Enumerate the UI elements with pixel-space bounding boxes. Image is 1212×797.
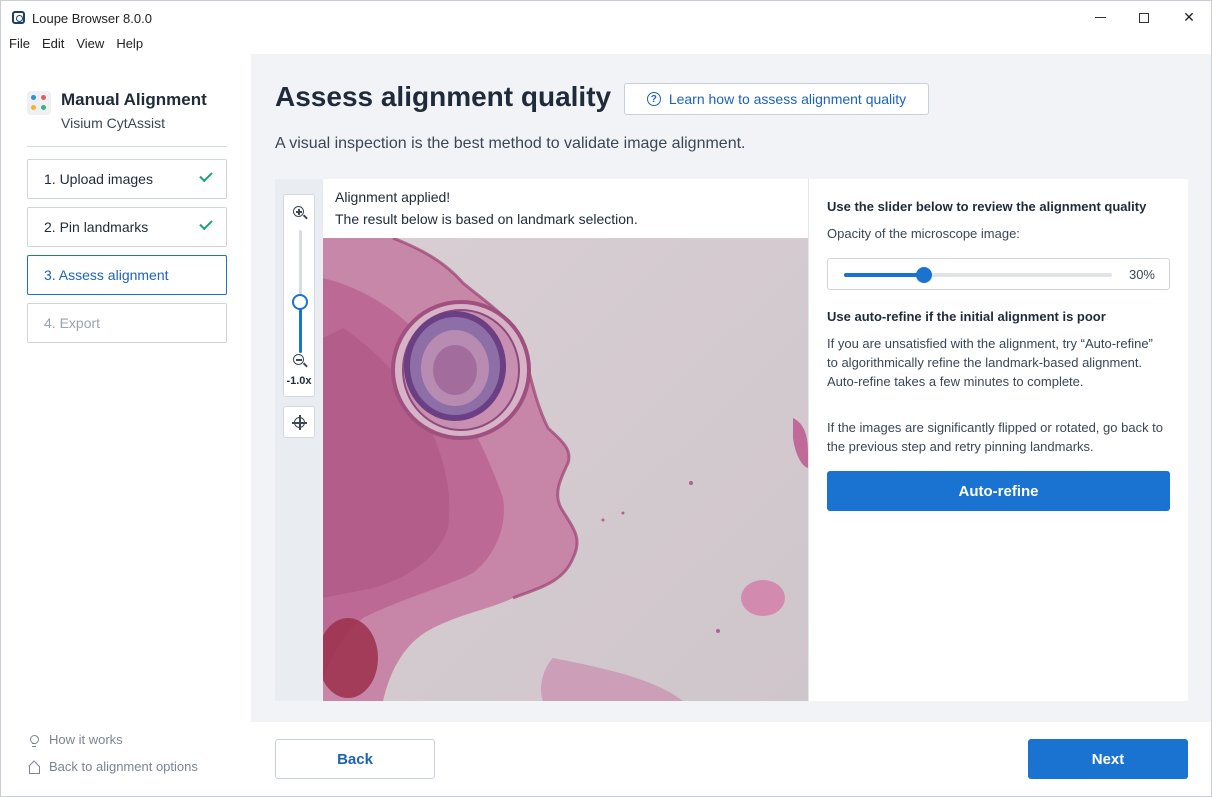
maximize-icon	[1139, 12, 1149, 23]
page-subtitle: A visual inspection is the best method t…	[275, 135, 746, 152]
panel-divider	[808, 179, 809, 701]
step-label: 2. Pin landmarks	[44, 219, 149, 235]
learn-how-button[interactable]: ? Learn how to assess alignment quality	[624, 83, 929, 115]
learn-how-label: Learn how to assess alignment quality	[668, 91, 907, 107]
auto-refine-button[interactable]: Auto-refine	[827, 471, 1170, 511]
app-window: Loupe Browser 8.0.0 ✕ File Edit View Hel…	[0, 0, 1212, 797]
close-button[interactable]: ✕	[1166, 1, 1212, 34]
menu-edit[interactable]: Edit	[42, 34, 64, 54]
opacity-slider-handle[interactable]	[916, 267, 932, 283]
zoom-in-icon[interactable]	[292, 205, 308, 221]
opacity-slider-field: 30%	[827, 258, 1170, 290]
autorefine-description: If you are unsatisfied with the alignmen…	[827, 336, 1153, 389]
sidebar-title: Manual Alignment	[61, 90, 207, 109]
recenter-button[interactable]	[283, 406, 315, 438]
page-title: Assess alignment quality	[275, 81, 612, 112]
back-to-alignment-options-label: Back to alignment options	[49, 759, 198, 774]
step-label: 4. Export	[44, 315, 101, 331]
zoom-control: -1.0x	[283, 194, 315, 397]
step-assess-alignment[interactable]: 3. Assess alignment	[27, 255, 227, 295]
sidebar: Manual Alignment Visium CytAssist 1. Upl…	[2, 54, 251, 796]
how-it-works-label: How it works	[49, 732, 123, 747]
zoom-out-icon[interactable]	[292, 353, 308, 369]
alignment-result-message: The result below is based on landmark se…	[335, 211, 638, 227]
check-icon	[199, 216, 213, 231]
close-icon: ✕	[1183, 9, 1195, 25]
how-it-works-link[interactable]: How it works	[27, 732, 123, 747]
menu-file[interactable]: File	[9, 34, 30, 54]
minimize-icon	[1094, 17, 1106, 18]
autorefine-heading: Use auto-refine if the initial alignment…	[827, 309, 1106, 324]
lightbulb-icon	[27, 733, 41, 747]
window-title: Loupe Browser 8.0.0	[32, 11, 152, 26]
maximize-button[interactable]	[1121, 1, 1167, 34]
step-export: 4. Export	[27, 303, 227, 343]
step-upload-images[interactable]: 1. Upload images	[27, 159, 227, 199]
zoom-toolbar: -1.0x	[275, 179, 323, 701]
next-button[interactable]: Next	[1028, 739, 1188, 779]
check-icon	[199, 168, 213, 183]
step-label: 1. Upload images	[44, 171, 153, 187]
back-to-alignment-options-link[interactable]: Back to alignment options	[27, 759, 198, 774]
alignment-card: -1.0x Alignment applied! The result belo…	[275, 179, 1188, 701]
help-circle-icon: ?	[646, 92, 661, 106]
back-button[interactable]: Back	[275, 739, 435, 779]
menu-bar: File Edit View Help	[1, 34, 155, 54]
manual-alignment-logo-icon	[27, 91, 51, 115]
sidebar-subtitle: Visium CytAssist	[61, 115, 165, 131]
zoom-level: -1.0x	[286, 375, 312, 387]
menu-view[interactable]: View	[76, 34, 104, 54]
opacity-label: Opacity of the microscope image:	[827, 226, 1020, 241]
opacity-value: 30%	[1128, 267, 1155, 282]
minimize-button[interactable]	[1077, 1, 1123, 34]
menu-help[interactable]: Help	[116, 34, 143, 54]
opacity-slider-fill	[844, 273, 924, 277]
main-content: Assess alignment quality ? Learn how to …	[251, 54, 1211, 722]
tissue-image	[323, 238, 808, 701]
zoom-slider-handle[interactable]	[292, 294, 308, 310]
step-pin-landmarks[interactable]: 2. Pin landmarks	[27, 207, 227, 247]
slider-heading: Use the slider below to review the align…	[827, 199, 1147, 214]
sidebar-divider	[27, 146, 227, 147]
flip-rotate-advice: If the images are significantly flipped …	[827, 420, 1164, 454]
step-label: 3. Assess alignment	[44, 267, 169, 283]
tissue-image-viewer[interactable]	[323, 238, 808, 701]
home-icon	[27, 760, 41, 774]
footer-bar: Back Next	[251, 722, 1211, 796]
alignment-applied-message: Alignment applied!	[335, 189, 451, 205]
app-icon	[12, 11, 25, 24]
title-bar: Loupe Browser 8.0.0 ✕	[1, 1, 1211, 34]
crosshair-icon	[292, 415, 307, 430]
